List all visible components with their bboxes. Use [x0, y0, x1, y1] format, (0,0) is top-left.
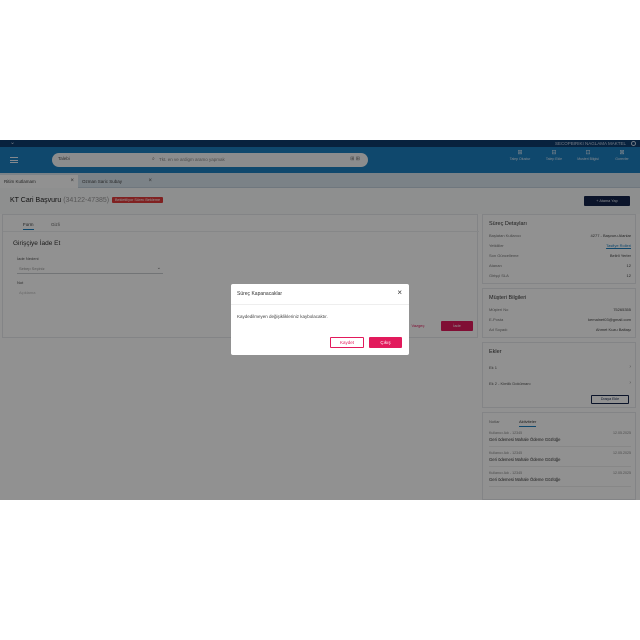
exit-button[interactable]: Çıkış: [369, 337, 402, 348]
divider: [231, 304, 409, 305]
dialog-title: Süreç Kapanacaklar: [237, 291, 283, 297]
dialog-message: Kaydedilmeyen değişiklikleriniz kaybolac…: [237, 314, 328, 319]
page-canvas: ⌄ SECOPBIRIKI NAGLAMA MAKTEL Talebi ⌕ Tk…: [0, 0, 640, 640]
save-button[interactable]: Kaydet: [330, 337, 364, 348]
confirm-dialog: Süreç Kapanacaklar × Kaydedilmeyen değiş…: [231, 284, 409, 355]
close-icon[interactable]: ×: [397, 288, 402, 297]
